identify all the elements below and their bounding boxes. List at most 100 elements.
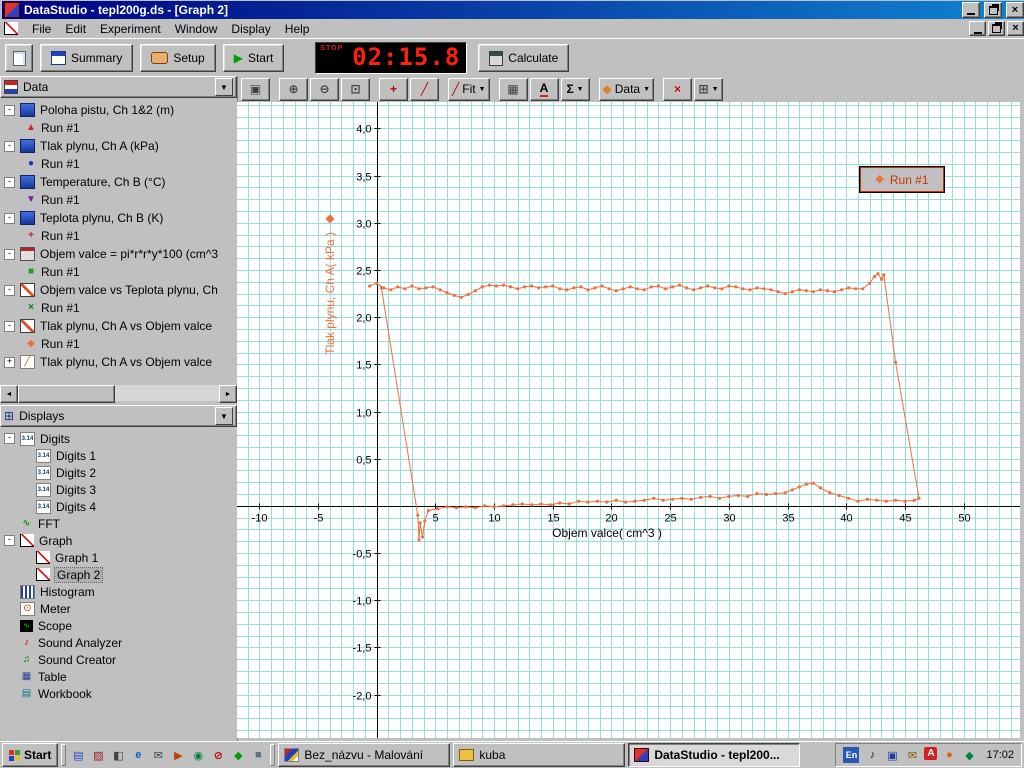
display-item-meter[interactable]: ⊙ Meter bbox=[0, 600, 237, 617]
globe-icon[interactable]: ◉ bbox=[189, 746, 207, 764]
plot-canvas[interactable]: -10 -5 5 10 15 20 25 30 35 40 45 50 4,0 3,5 3,0 2,5 2,0 1… bbox=[237, 102, 1020, 738]
data-run-item[interactable]: ▲ Run #1 bbox=[0, 119, 237, 137]
scrollbar-thumb[interactable] bbox=[18, 385, 115, 403]
data-tree-hscrollbar[interactable]: ◄ ► bbox=[0, 385, 237, 403]
menu-window[interactable]: Window bbox=[168, 21, 225, 37]
display-item-digits-4[interactable]: 3.14 Digits 4 bbox=[0, 498, 237, 515]
graph-settings-button[interactable]: ⊞ ▼ bbox=[694, 77, 724, 101]
menu-edit[interactable]: Edit bbox=[58, 21, 93, 37]
expand-icon[interactable]: - bbox=[4, 176, 15, 188]
expand-icon[interactable]: - bbox=[4, 320, 15, 332]
scroll-left-button[interactable]: ◄ bbox=[0, 385, 18, 403]
blocked-icon[interactable]: ⊘ bbox=[209, 746, 227, 764]
zoom-out-button[interactable]: ⊖ bbox=[310, 77, 339, 101]
expand-icon[interactable]: - bbox=[4, 284, 15, 296]
expand-icon[interactable]: - bbox=[4, 104, 15, 116]
volume-icon[interactable]: ♪ bbox=[864, 747, 880, 763]
menu-help[interactable]: Help bbox=[278, 21, 317, 37]
displays-panel-dropdown-button[interactable]: ▼ bbox=[215, 407, 233, 425]
status-icon[interactable]: ● bbox=[941, 747, 957, 763]
legend[interactable]: ◆ Run #1 bbox=[859, 166, 945, 193]
data-panel-dropdown-button[interactable]: ▼ bbox=[215, 78, 233, 96]
scrollbar-track[interactable] bbox=[18, 385, 219, 403]
data-run-item[interactable]: × Run #1 bbox=[0, 299, 237, 317]
expand-icon[interactable]: - bbox=[4, 535, 15, 546]
expand-icon[interactable]: - bbox=[4, 140, 15, 152]
smart-tool-button[interactable]: + bbox=[379, 77, 408, 101]
mdi-close-button[interactable]: × bbox=[1007, 21, 1024, 36]
display-item-workbook[interactable]: ▤ Workbook bbox=[0, 685, 237, 702]
antivirus-icon[interactable]: A bbox=[924, 747, 938, 760]
data-source-item-objem-valce-pi-r-r-y-100-cm-3[interactable]: - Objem valce = pi*r*r*y*100 (cm^3 bbox=[0, 245, 237, 263]
new-document-button[interactable] bbox=[5, 44, 33, 72]
close-button[interactable]: × bbox=[1006, 2, 1024, 18]
data-run-item[interactable]: ● Run #1 bbox=[0, 155, 237, 173]
display-item-graph-2[interactable]: Graph 2 bbox=[0, 566, 237, 583]
mdi-minimize-button[interactable] bbox=[969, 21, 986, 36]
data-menu-button[interactable]: ◆ Data ▼ bbox=[598, 77, 655, 101]
display-item-sound-analyzer[interactable]: ♪ Sound Analyzer bbox=[0, 634, 237, 651]
mail-icon[interactable]: ✉ bbox=[149, 746, 167, 764]
setup-button[interactable]: Setup bbox=[140, 44, 216, 72]
display-item-digits-2[interactable]: 3.14 Digits 2 bbox=[0, 464, 237, 481]
scale-to-fit-button[interactable]: ▣ bbox=[241, 77, 270, 101]
display-item-graph-1[interactable]: Graph 1 bbox=[0, 549, 237, 566]
zoom-in-button[interactable]: ⊕ bbox=[279, 77, 308, 101]
text-annotation-button[interactable]: A bbox=[529, 77, 559, 101]
data-source-item-poloha-pistu-ch-1-2-m[interactable]: - Poloha pistu, Ch 1&2 (m) bbox=[0, 101, 237, 119]
minimize-button[interactable] bbox=[962, 2, 980, 18]
wordpad-icon[interactable]: ◧ bbox=[109, 746, 127, 764]
y-axis-label[interactable]: ◆ Tlak plynu, Ch A( kPa ) bbox=[323, 212, 337, 442]
language-indicator[interactable]: En bbox=[843, 747, 860, 763]
expand-icon[interactable]: - bbox=[4, 433, 15, 444]
data-run-item[interactable]: ■ Run #1 bbox=[0, 263, 237, 281]
data-run-item[interactable]: + Run #1 bbox=[0, 227, 237, 245]
gray-app-icon[interactable]: ■ bbox=[249, 746, 267, 764]
mail-notify-icon[interactable]: ✉ bbox=[904, 747, 920, 763]
task-paint[interactable]: Bez_názvu - Malování bbox=[278, 743, 451, 767]
task-datastudio[interactable]: DataStudio - tepl200... bbox=[628, 743, 801, 767]
expand-icon[interactable]: - bbox=[4, 248, 15, 260]
data-source-item-objem-valce-vs-teplota-plynu-ch[interactable]: - Objem valce vs Teplota plynu, Ch bbox=[0, 281, 237, 299]
task-folder-kuba[interactable]: kuba bbox=[453, 743, 626, 767]
display-item-fft[interactable]: ∿ FFT bbox=[0, 515, 237, 532]
delete-button[interactable]: × bbox=[663, 77, 693, 101]
graph-window-icon[interactable] bbox=[4, 22, 18, 35]
paint-icon[interactable]: ▨ bbox=[89, 746, 107, 764]
data-run-item[interactable]: ◆ Run #1 bbox=[0, 335, 237, 353]
statistics-menu-button[interactable]: Σ ▼ bbox=[560, 77, 590, 101]
slope-tool-button[interactable]: ╱ bbox=[410, 77, 439, 101]
data-source-item-temperature-ch-b-c[interactable]: - Temperature, Ch B (°C) bbox=[0, 173, 237, 191]
mdi-restore-button[interactable] bbox=[988, 21, 1005, 36]
media-player-icon[interactable]: ▶ bbox=[169, 746, 187, 764]
display-item-histogram[interactable]: Histogram bbox=[0, 583, 237, 600]
data-source-item-tlak-plynu-ch-a-kpa[interactable]: - Tlak plynu, Ch A (kPa) bbox=[0, 137, 237, 155]
display-item-digits-3[interactable]: 3.14 Digits 3 bbox=[0, 481, 237, 498]
menu-file[interactable]: File bbox=[25, 21, 58, 37]
start-button[interactable]: ▶ Start bbox=[222, 44, 285, 72]
display-item-digits[interactable]: -3.14 Digits bbox=[0, 430, 237, 447]
scroll-right-button[interactable]: ► bbox=[219, 385, 237, 403]
network-icon[interactable]: ◆ bbox=[961, 747, 977, 763]
calculate-button[interactable]: Calculate bbox=[478, 44, 570, 72]
green-app-icon[interactable]: ◆ bbox=[229, 746, 247, 764]
expand-icon[interactable]: - bbox=[4, 212, 15, 224]
x-axis-label[interactable]: Objem valce( cm^3 ) bbox=[527, 526, 687, 540]
expand-icon[interactable]: + bbox=[4, 356, 15, 368]
data-source-item-teplota-plynu-ch-b-k[interactable]: - Teplota plynu, Ch B (K) bbox=[0, 209, 237, 227]
display-settings-icon[interactable]: ▣ bbox=[884, 747, 900, 763]
menu-display[interactable]: Display bbox=[224, 21, 277, 37]
display-item-graph[interactable]: - Graph bbox=[0, 532, 237, 549]
notepad-icon[interactable]: ▤ bbox=[69, 746, 87, 764]
summary-button[interactable]: Summary bbox=[40, 44, 134, 72]
data-source-item-tlak-plynu-ch-a-vs-objem-valce[interactable]: + ╱ Tlak plynu, Ch A vs Objem valce bbox=[0, 353, 237, 371]
restore-button[interactable] bbox=[984, 2, 1002, 18]
datastudio-app-icon[interactable] bbox=[4, 2, 20, 18]
fit-menu-button[interactable]: ╱ Fit ▼ bbox=[448, 77, 490, 101]
zoom-select-button[interactable]: ⊡ bbox=[341, 77, 370, 101]
ie-icon[interactable]: e bbox=[129, 746, 147, 764]
data-source-item-tlak-plynu-ch-a-vs-objem-valce[interactable]: - Tlak plynu, Ch A vs Objem valce bbox=[0, 317, 237, 335]
display-item-table[interactable]: ▦ Table bbox=[0, 668, 237, 685]
menu-experiment[interactable]: Experiment bbox=[93, 21, 168, 37]
display-item-digits-1[interactable]: 3.14 Digits 1 bbox=[0, 447, 237, 464]
